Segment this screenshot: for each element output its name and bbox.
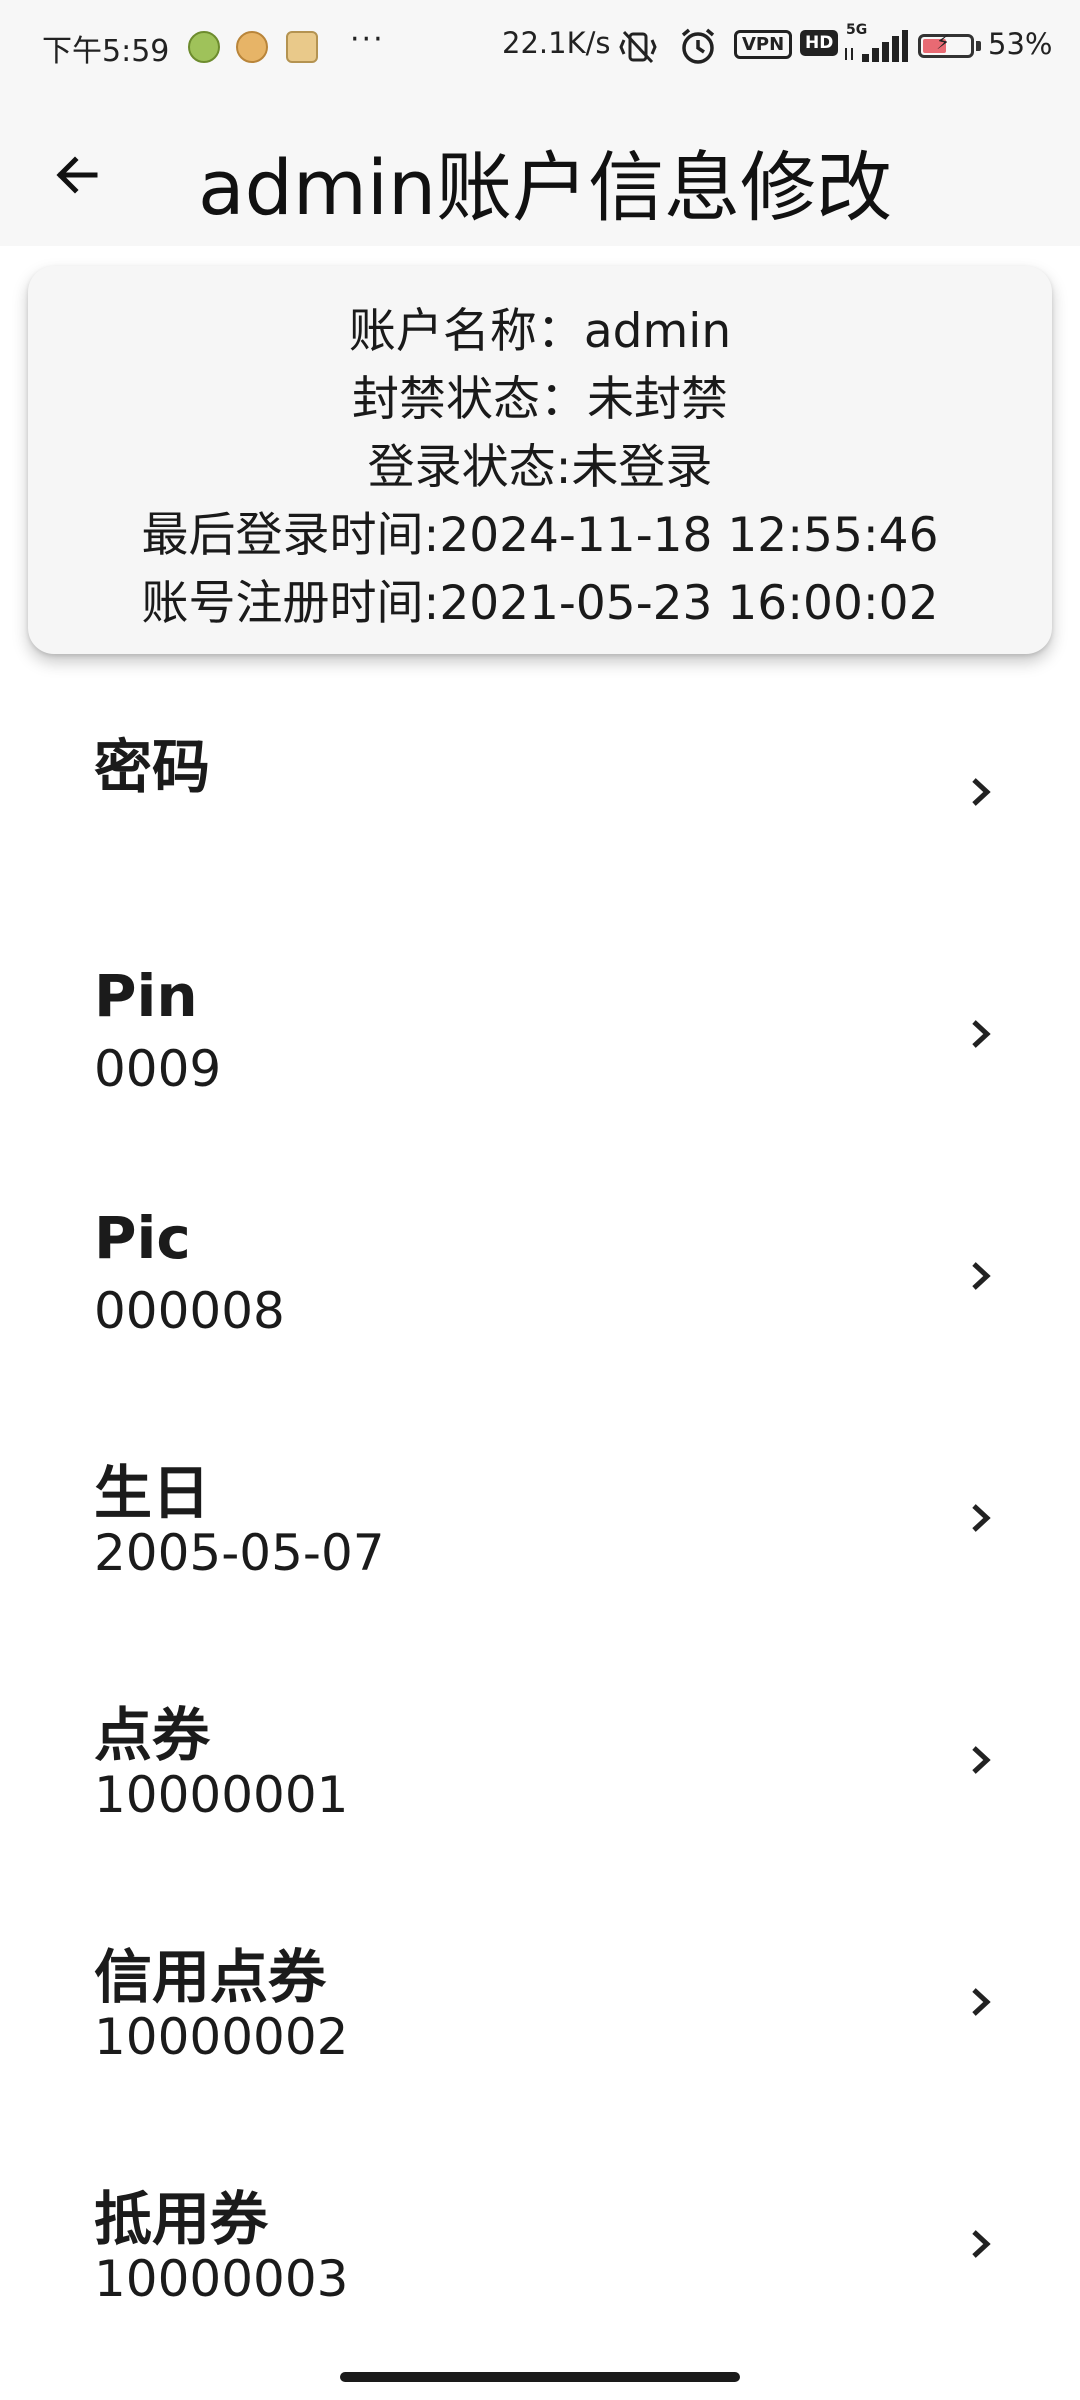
last-login-time: 最后登录时间:2024-11-18 12:55:46 [141, 508, 939, 563]
vpn-icon: VPN [734, 30, 793, 59]
hd-icon: HD [800, 30, 839, 56]
app-notification-icon [286, 31, 318, 63]
chevron-right-icon [972, 778, 991, 806]
field-label: 生日 [94, 1459, 211, 1527]
field-label: Pin [94, 962, 198, 1030]
field-value: 10000003 [94, 2250, 349, 2308]
field-label: 抵用券 [94, 2185, 269, 2253]
signal-icon [845, 30, 908, 62]
field-label: 密码 [94, 733, 211, 801]
list-item-points[interactable]: 点券 10000001 [0, 1638, 1080, 1880]
field-value: 10000002 [94, 2008, 349, 2066]
app-notification-icon [236, 31, 268, 63]
more-notifications-icon: ··· [350, 22, 385, 57]
registration-time: 账号注册时间:2021-05-23 16:00:02 [141, 576, 939, 631]
ban-status: 封禁状态：未封禁 [352, 372, 728, 427]
list-item-pin[interactable]: Pin 0009 [0, 912, 1080, 1154]
home-indicator[interactable] [340, 2372, 740, 2382]
field-label: Pic [94, 1204, 191, 1272]
list-item-birthday[interactable]: 生日 2005-05-07 [0, 1396, 1080, 1638]
chevron-right-icon [972, 1746, 991, 1774]
field-label: 点券 [94, 1701, 211, 1769]
network-speed: 22.1K/s [502, 26, 611, 60]
chevron-right-icon [972, 1020, 991, 1048]
alarm-icon [681, 28, 715, 64]
field-value: 10000001 [94, 1766, 349, 1824]
app-notification-icon [188, 31, 220, 63]
field-value: 2005-05-07 [94, 1524, 385, 1582]
chevron-right-icon [972, 2230, 991, 2258]
chevron-right-icon [972, 1262, 991, 1290]
chevron-right-icon [972, 1504, 991, 1532]
vibrate-icon [619, 30, 657, 64]
charging-icon: ⚡ [936, 30, 951, 54]
chevron-right-icon [972, 1988, 991, 2016]
status-bar: 下午5:59 ··· 22.1K/s VPN HD 5G ⚡ 53% [0, 0, 1080, 96]
field-value: 0009 [94, 1040, 222, 1098]
login-status: 登录状态:未登录 [367, 440, 713, 495]
battery-percent: 53% [988, 27, 1053, 61]
page-title: admin账户信息修改 [198, 143, 893, 232]
account-info-card: 账户名称：admin 封禁状态：未封禁 登录状态:未登录 最后登录时间:2024… [28, 266, 1052, 654]
list-item-pic[interactable]: Pic 000008 [0, 1154, 1080, 1396]
field-label: 信用点券 [94, 1943, 327, 2011]
list-item-vouchers[interactable]: 抵用券 10000003 [0, 2122, 1080, 2364]
back-button[interactable] [36, 134, 118, 216]
field-value: 000008 [94, 1282, 285, 1340]
account-name: 账户名称：admin [348, 304, 732, 359]
arrow-left-icon [56, 156, 98, 194]
status-time: 下午5:59 [42, 34, 170, 69]
list-item-password[interactable]: 密码 [0, 670, 1080, 912]
app-bar: admin账户信息修改 [0, 96, 1080, 246]
list-item-credit-points[interactable]: 信用点券 10000002 [0, 1880, 1080, 2122]
